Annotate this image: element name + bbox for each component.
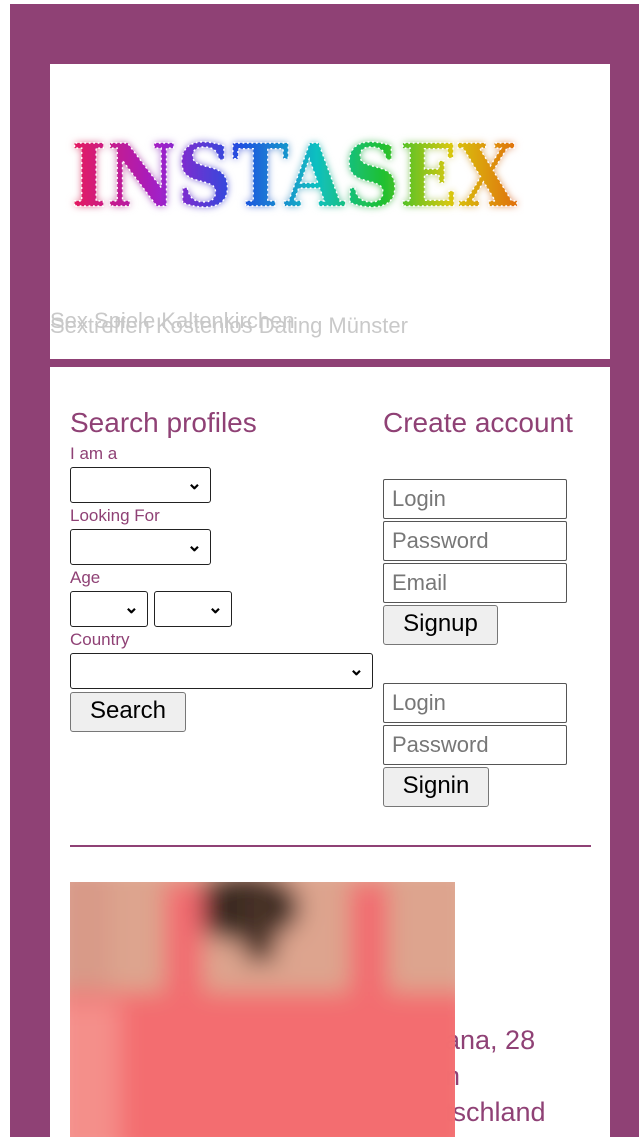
signup-email-input[interactable]: Email bbox=[383, 563, 567, 603]
country-select[interactable]: ⌄ bbox=[70, 653, 373, 689]
chevron-down-icon: ⌄ bbox=[186, 473, 202, 493]
age-label: Age bbox=[70, 568, 101, 587]
chevron-down-icon: ⌄ bbox=[207, 597, 223, 617]
search-profiles-title: Search profiles bbox=[70, 407, 257, 438]
looking-for-select[interactable]: ⌄ bbox=[70, 529, 211, 565]
signup-password-input[interactable]: Password bbox=[383, 521, 567, 561]
main-panel: Search profiles I am a ⌄ Looking For ⌄ A… bbox=[50, 367, 610, 1137]
signin-password-input[interactable]: Password bbox=[383, 725, 567, 765]
chevron-down-icon: ⌄ bbox=[123, 597, 139, 617]
logo-text: INSTASEX bbox=[71, 126, 517, 227]
site-header: INSTASEX Sex Spiele Kaltenkirchen Sextre… bbox=[50, 64, 610, 359]
chevron-down-icon: ⌄ bbox=[186, 535, 202, 555]
create-account-title: Create account bbox=[383, 407, 573, 438]
iam-label: I am a bbox=[70, 444, 118, 463]
looking-for-label: Looking For bbox=[70, 506, 160, 525]
signup-button[interactable]: Signup bbox=[383, 605, 498, 645]
signin-login-input[interactable]: Login bbox=[383, 683, 567, 723]
site-logo[interactable]: INSTASEX bbox=[64, 122, 524, 232]
section-divider bbox=[70, 845, 591, 847]
age-max-select[interactable]: ⌄ bbox=[154, 591, 232, 627]
country-label: Country bbox=[70, 630, 130, 649]
profile-info[interactable]: ana, 28 n tschland bbox=[445, 1022, 546, 1130]
profile-city: n bbox=[445, 1058, 546, 1094]
profile-photo[interactable] bbox=[70, 882, 455, 1137]
iam-select[interactable]: ⌄ bbox=[70, 467, 211, 503]
profile-name-age: ana, 28 bbox=[445, 1025, 536, 1055]
age-min-select[interactable]: ⌄ bbox=[70, 591, 148, 627]
signup-login-input[interactable]: Login bbox=[383, 479, 567, 519]
search-button[interactable]: Search bbox=[70, 692, 186, 732]
signin-button[interactable]: Signin bbox=[383, 767, 489, 807]
profile-country: tschland bbox=[445, 1097, 546, 1127]
subtitle-front[interactable]: Sextreffen Kostenlos Dating Münster bbox=[50, 313, 408, 339]
chevron-down-icon: ⌄ bbox=[348, 659, 364, 679]
